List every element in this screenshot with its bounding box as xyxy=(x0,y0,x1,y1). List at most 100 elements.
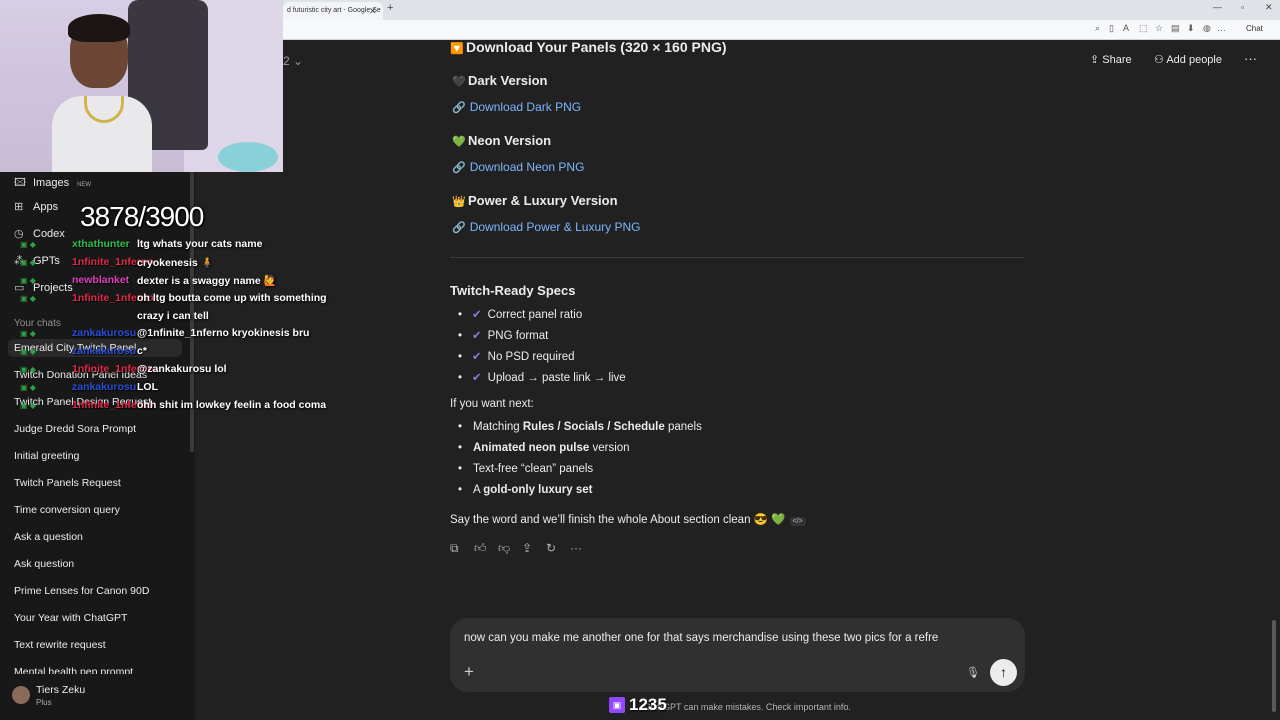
chat-badges-icon: ▣ ◆ xyxy=(20,294,36,303)
twitch-icon: ▣ xyxy=(609,697,625,713)
chat-history-item[interactable]: Prime Lenses for Canon 90D xyxy=(14,585,149,597)
regenerate-icon[interactable]: ↻ xyxy=(546,541,556,555)
sidebar-item-images[interactable]: 🖾 Images NEW xyxy=(14,174,91,193)
maximize-icon[interactable]: ▫ xyxy=(1241,2,1244,12)
model-selector[interactable]: 2 ⌄ xyxy=(283,54,303,68)
window-close-icon[interactable]: ✕ xyxy=(1265,2,1273,13)
code-chip[interactable]: </> xyxy=(789,517,806,526)
bullet: • xyxy=(458,309,463,321)
next-heading: If you want next: xyxy=(450,398,534,410)
sidebar: 🖾 Images NEW ⊞ Apps ◷ Codex ⁂ GPTs ▭ Projects … xyxy=(0,172,195,720)
check-icon: ✔ xyxy=(472,372,482,384)
profile-icon[interactable]: ◍ xyxy=(1203,23,1211,34)
plus-icon[interactable]: + xyxy=(464,662,474,682)
chat-badges-icon: ▣ ◆ xyxy=(20,365,36,374)
next-item-pre: A xyxy=(473,484,484,496)
stream-chat-username: xthathunter xyxy=(72,238,130,250)
chat-history-item[interactable]: Ask a question xyxy=(14,531,83,543)
stream-chat-username: zankakurosu xyxy=(72,327,137,339)
downloads-icon[interactable]: ⬇ xyxy=(1187,23,1195,34)
thumbs-up-icon[interactable]: 👍︎ xyxy=(474,541,487,556)
next-item-bold: Rules / Socials / Schedule xyxy=(522,421,665,433)
link-icon: 🔗 xyxy=(452,162,466,174)
spec-text: No PSD required xyxy=(487,351,575,363)
favorite-icon[interactable]: ☆ xyxy=(1155,23,1163,34)
download-arrow-icon: 🔽 xyxy=(450,43,464,55)
chat-badges-icon: ▣ ◆ xyxy=(20,276,36,285)
stream-chat-message: ▣ ◆ newblanket dexter is a swaggy name 🙋 xyxy=(20,274,277,290)
prompt-input[interactable]: now can you make me another one for that… xyxy=(464,632,938,644)
download-dark-link[interactable]: 🔗 Download Dark PNG xyxy=(452,100,581,114)
model-version: 2 xyxy=(283,54,290,68)
stream-chat-text: crazy i can tell xyxy=(137,310,209,322)
link-icon: 🔗 xyxy=(452,102,466,114)
send-button[interactable]: ↑ xyxy=(990,659,1017,686)
next-item: • Matching Rules / Socials / Schedule pan… xyxy=(458,421,702,433)
download-luxury-link[interactable]: 🔗 Download Power & Luxury PNG xyxy=(452,220,640,234)
download-neon-link[interactable]: 🔗 Download Neon PNG xyxy=(452,160,584,174)
chat-history-item[interactable]: Your Year with ChatGPT xyxy=(14,612,127,624)
images-icon: 🖾 xyxy=(14,177,26,189)
share-button[interactable]: ⇪ Share xyxy=(1090,53,1132,66)
microphone-icon[interactable]: 🎙︎ xyxy=(966,666,980,679)
extension-icon[interactable]: ⬚ xyxy=(1139,23,1148,34)
browser-menu-icon[interactable]: … xyxy=(1217,23,1226,33)
chat-history-item[interactable]: Text rewrite request xyxy=(14,639,106,651)
chevron-down-icon: ⌄ xyxy=(293,54,304,68)
next-item-bold: Animated neon pulse xyxy=(473,442,590,454)
spec-item: • ✔ Correct panel ratio xyxy=(458,307,582,321)
stream-chat-text: oh ltg boutta come up with something xyxy=(137,292,327,304)
next-item-bold: gold-only luxury set xyxy=(483,484,593,496)
webcam-streamer xyxy=(52,14,152,172)
address-bar[interactable]: ⌕ ▯ A ⬚ ☆ ▤ ⬇ ◍ … xyxy=(283,20,1280,40)
add-people-button[interactable]: ⚇ Add people xyxy=(1154,53,1222,66)
add-person-icon: ⚇ xyxy=(1154,54,1164,66)
share-message-icon[interactable]: ⇪ xyxy=(522,541,532,555)
chat-history-item[interactable]: Time conversion query xyxy=(14,504,120,516)
close-icon[interactable]: ✕ xyxy=(369,2,377,20)
chat-history-item[interactable]: Ask question xyxy=(14,558,74,570)
page-icon[interactable]: ▯ xyxy=(1109,23,1114,34)
copilot-chat-button[interactable]: Chat xyxy=(1246,24,1263,33)
message-composer: now can you make me another one for that… xyxy=(450,618,1025,692)
bullet: • xyxy=(458,351,463,363)
stream-chat-text: c* xyxy=(137,345,147,357)
read-aloud-icon[interactable]: A xyxy=(1123,23,1129,33)
closing-text: Say the word and we’ll finish the whole … xyxy=(450,514,786,526)
stream-chat-text: @1nfinite_1nferno kryokinesis bru xyxy=(137,327,310,339)
spec-text: PNG format xyxy=(487,330,549,342)
download-link-text: Download Dark PNG xyxy=(469,100,582,114)
viewer-count-number: 1235 xyxy=(629,695,667,714)
link-icon: 🔗 xyxy=(452,222,466,234)
new-badge: NEW xyxy=(77,182,92,188)
chat-history-item[interactable]: Twitch Panels Request xyxy=(14,477,121,489)
thumbs-down-icon[interactable]: 👎︎ xyxy=(498,541,510,556)
chat-badges-icon: ▣ ◆ xyxy=(20,383,36,392)
stream-chat-message: ▣ ◆ xthathunter ltg whats your cats name xyxy=(20,238,262,254)
version-heading-text: Dark Version xyxy=(468,73,548,88)
add-people-label: Add people xyxy=(1166,54,1222,66)
avatar xyxy=(12,686,30,704)
crown-icon: 👑 xyxy=(452,196,466,208)
main-scrollbar[interactable] xyxy=(1272,620,1276,712)
sidebar-item-apps[interactable]: ⊞ Apps xyxy=(14,200,58,213)
new-tab-button[interactable]: + xyxy=(387,2,393,14)
chat-history-item[interactable]: Mental health pep prompt xyxy=(14,666,133,674)
more-options-button[interactable]: ··· xyxy=(1244,51,1257,66)
chat-history-item[interactable]: Judge Dredd Sora Prompt xyxy=(14,423,136,435)
copy-icon[interactable]: ⧉ xyxy=(450,541,459,556)
minimize-icon[interactable]: — xyxy=(1213,2,1222,12)
profile-plan: Plus xyxy=(36,698,52,707)
next-item: • Animated neon pulse version xyxy=(458,442,630,454)
stream-chat-message: ▣ ◆ zankakurosu @1nfinite_1nferno kryokine… xyxy=(20,327,309,343)
stream-chat-username: zankakurosu xyxy=(72,345,137,357)
collections-icon[interactable]: ▤ xyxy=(1171,23,1180,34)
zoom-icon[interactable]: ⌕ xyxy=(1095,23,1100,34)
version-heading-dark: 🖤 Dark Version xyxy=(452,73,548,88)
browser-tab[interactable]: d futuristic city art - Google Se ✕ xyxy=(283,2,383,20)
spec-item: • ✔ No PSD required xyxy=(458,349,575,363)
next-item: • A gold-only luxury set xyxy=(458,484,593,496)
chat-history-item[interactable]: Initial greeting xyxy=(14,450,79,462)
more-actions-icon[interactable]: ··· xyxy=(570,541,582,555)
next-item: • Text-free “clean” panels xyxy=(458,463,593,475)
